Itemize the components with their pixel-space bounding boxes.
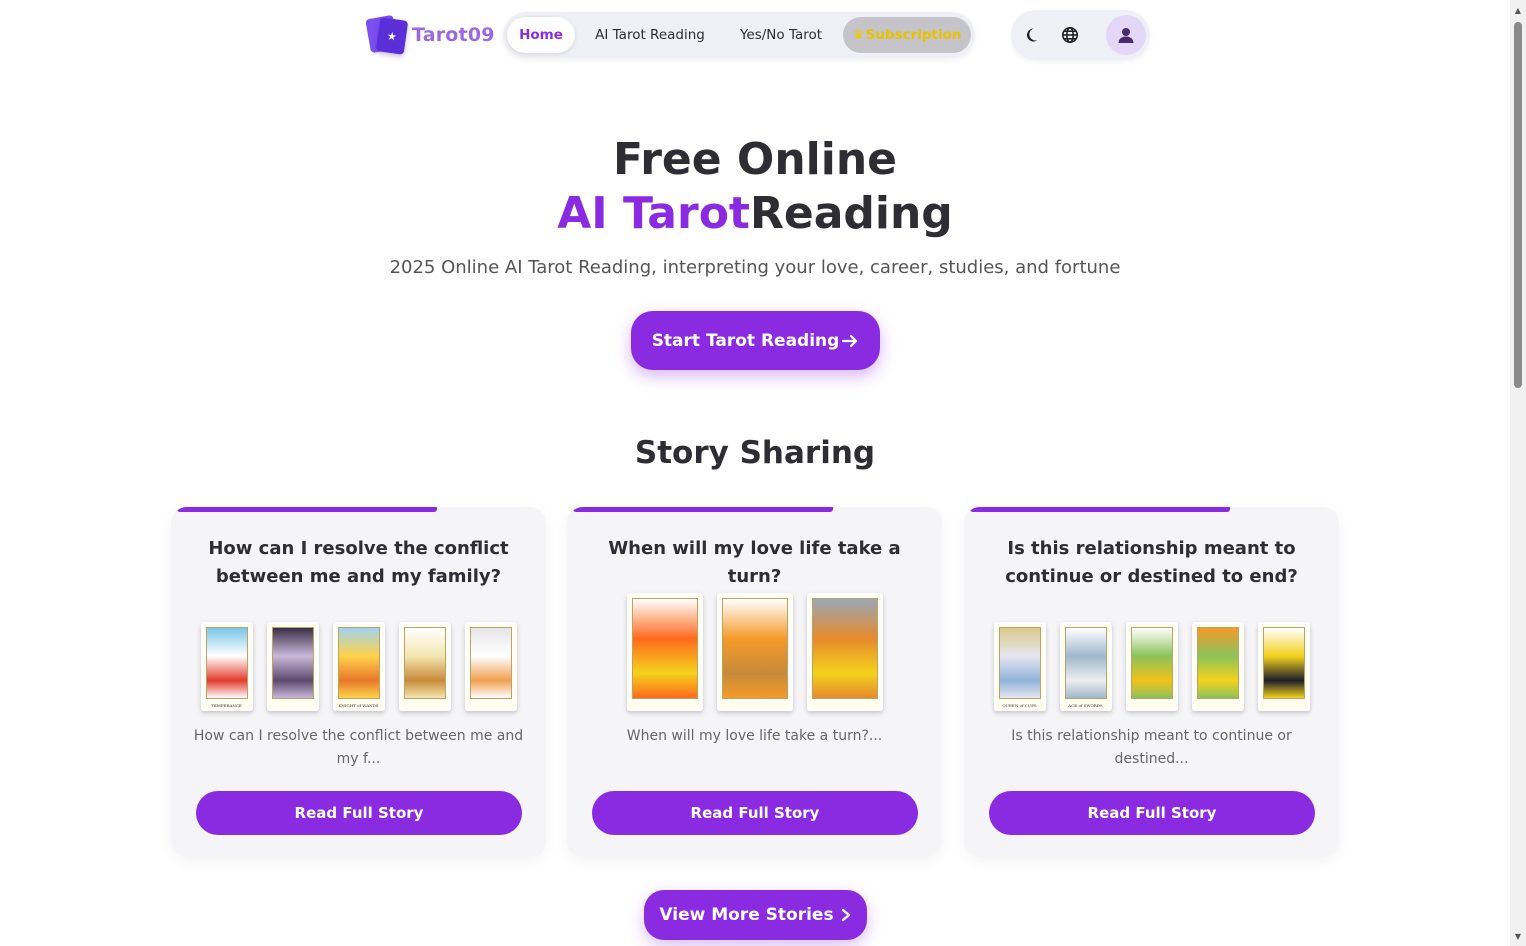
tarot-card-image[interactable]	[266, 622, 319, 711]
story-excerpt: When will my love life take a turn?...	[626, 728, 883, 744]
logo-text: Tarot09	[412, 24, 495, 46]
arrow-right-icon	[842, 334, 858, 347]
tarot-card-image[interactable]	[716, 593, 793, 711]
moon-icon[interactable]	[1019, 23, 1043, 47]
start-tarot-reading-button[interactable]: Start Tarot Reading	[631, 311, 880, 370]
story-card: Is this relationship meant to continue o…	[964, 507, 1339, 857]
tarot-card-image[interactable]	[806, 593, 883, 711]
tarot-card-image[interactable]: QUEEN of CUPS	[993, 622, 1046, 711]
nav-yes-no-tarot[interactable]: Yes/No Tarot	[725, 17, 837, 53]
read-full-story-button[interactable]: Read Full Story	[592, 791, 918, 835]
scroll-up-arrow-icon[interactable]: ▲	[1510, 2, 1526, 18]
story-excerpt: How can I resolve the conflict between m…	[193, 728, 524, 767]
crown-icon: ♛	[852, 27, 865, 43]
user-avatar[interactable]	[1106, 15, 1146, 55]
tarot-card-name: QUEEN of CUPS	[1002, 703, 1037, 708]
story-question: When will my love life take a turn?	[608, 538, 901, 587]
scrollbar-thumb[interactable]	[1514, 22, 1522, 388]
tarot-card-spread: TEMPERANCE KNIGHT of WANDS	[171, 622, 546, 711]
logo-cards-icon: ★	[365, 14, 410, 55]
view-more-label: View More Stories	[659, 905, 834, 925]
chevron-right-icon	[841, 908, 850, 922]
main-nav: Home AI Tarot Reading Yes/No Tarot ♛Subs…	[503, 12, 975, 58]
start-button-label: Start Tarot Reading	[651, 330, 840, 351]
tarot-card-spread	[567, 593, 942, 711]
tarot-card-image[interactable]	[1125, 622, 1178, 711]
tarot-card-image[interactable]: ACE of SWORDS	[1059, 622, 1112, 711]
scroll-down-arrow-icon[interactable]: ▼	[1510, 928, 1526, 944]
hero-subtitle: 2025 Online AI Tarot Reading, interpreti…	[389, 257, 1121, 278]
tarot-card-image[interactable]	[464, 622, 517, 711]
nav-home[interactable]: Home	[507, 17, 575, 53]
story-excerpt: Is this relationship meant to continue o…	[1011, 728, 1292, 767]
tarot-card-spread: QUEEN of CUPS ACE of SWORDS	[964, 622, 1339, 711]
hero-title-accent: AI Tarot	[557, 188, 750, 239]
tarot-card-name: ACE of SWORDS	[1068, 703, 1103, 708]
hero-title-line1: Free Online	[612, 134, 897, 185]
tarot-card-image[interactable]	[1257, 622, 1310, 711]
tarot-card-name: TEMPERANCE	[211, 703, 242, 708]
nav-subscription-label: Subscription	[865, 27, 962, 43]
page-scrollbar[interactable]: ▲ ▼	[1510, 0, 1526, 946]
tarot-card-image[interactable]: TEMPERANCE	[200, 622, 253, 711]
story-question: How can I resolve the conflict between m…	[208, 538, 509, 587]
tarot-card-image[interactable]	[1191, 622, 1244, 711]
tarot-card-image[interactable]	[398, 622, 451, 711]
nav-subscription[interactable]: ♛Subscription	[843, 17, 971, 53]
tarot-card-name: KNIGHT of WANDS	[338, 703, 379, 708]
nav-ai-tarot-reading[interactable]: AI Tarot Reading	[585, 17, 715, 53]
hero-title-rest: Reading	[749, 188, 953, 239]
top-navbar: ★ Tarot09 Home AI Tarot Reading Yes/No T…	[0, 0, 1510, 70]
tarot-card-image[interactable]: KNIGHT of WANDS	[332, 622, 385, 711]
view-more-stories-button[interactable]: View More Stories	[644, 890, 867, 940]
read-full-story-button[interactable]: Read Full Story	[196, 791, 522, 835]
site-logo[interactable]: ★ Tarot09	[365, 14, 495, 55]
read-full-story-button[interactable]: Read Full Story	[989, 791, 1315, 835]
story-question: Is this relationship meant to continue o…	[1005, 538, 1298, 587]
story-card: How can I resolve the conflict between m…	[171, 507, 546, 857]
hero-title-line2: AI TarotReading	[0, 188, 1510, 239]
story-sharing-heading: Story Sharing	[634, 435, 876, 471]
user-icon	[1118, 28, 1134, 43]
header-tools	[1011, 10, 1150, 60]
globe-icon[interactable]	[1058, 23, 1082, 47]
tarot-card-image[interactable]	[626, 593, 703, 711]
story-card: When will my love life take a turn? When…	[567, 507, 942, 857]
